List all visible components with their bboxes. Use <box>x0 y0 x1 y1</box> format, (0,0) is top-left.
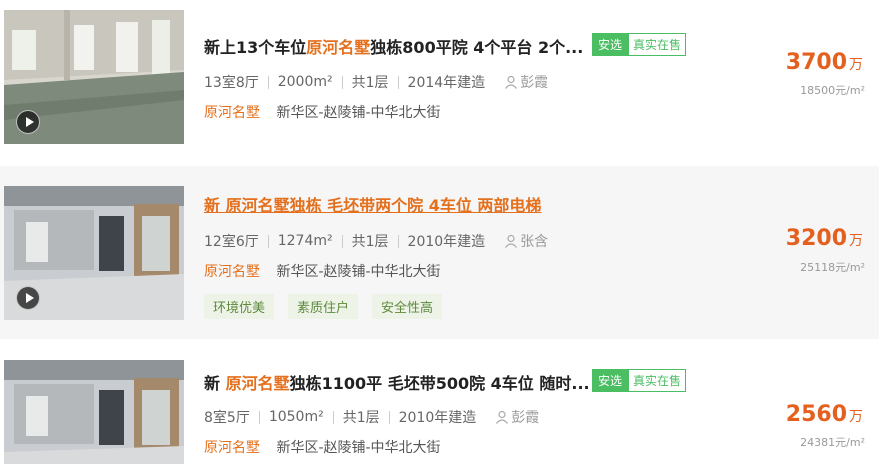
unit-price: 24381元/m² <box>800 436 865 449</box>
divider <box>485 411 486 424</box>
divider <box>267 75 269 89</box>
agent-name[interactable]: 彭霞 <box>511 407 539 427</box>
listing-tags: 安选 真实在售 <box>592 33 687 56</box>
divider <box>267 234 269 248</box>
divider <box>397 75 399 89</box>
floors: 共1层 <box>342 410 380 426</box>
listing-meta: 13室8厅 2000m² 共1层 2014年建造 彭霞 <box>204 72 548 92</box>
total-price: 2560 万 <box>786 402 863 427</box>
price-unit: 万 <box>849 233 863 249</box>
area: 1274m² <box>277 233 333 249</box>
title-text[interactable]: 独栋1100平 毛坯带500院 4车位 随时... <box>290 374 590 393</box>
listing-location: 原河名墅 新华区-赵陵铺-中华北大街 <box>204 437 441 457</box>
feature-tag: 环境优美 <box>204 294 275 319</box>
divider <box>332 410 334 424</box>
area: 1050m² <box>268 409 324 425</box>
build-year: 2010年建造 <box>407 234 486 250</box>
listing-location: 原河名墅 新华区-赵陵铺-中华北大街 <box>204 261 441 281</box>
price-value: 3200 <box>785 226 847 251</box>
agent[interactable]: 张含 <box>504 231 548 251</box>
total-price: 3200 万 <box>786 226 863 251</box>
listing-photo[interactable] <box>4 10 184 144</box>
community-link[interactable]: 原河名墅 <box>204 264 260 280</box>
agent-name[interactable]: 彭霞 <box>520 72 548 92</box>
rooms: 12室6厅 <box>204 234 259 250</box>
unit-price: 25118元/m² <box>800 261 865 274</box>
tag-safe-badge: 安选 <box>592 33 629 56</box>
area: 2000m² <box>277 74 333 90</box>
district: 新华区-赵陵铺-中华北大街 <box>276 440 441 456</box>
district: 新华区-赵陵铺-中华北大街 <box>276 264 441 280</box>
price-unit: 万 <box>849 409 863 425</box>
divider <box>258 410 260 424</box>
community-link[interactable]: 原河名墅 <box>204 440 260 456</box>
tag-real-badge: 真实在售 <box>628 369 687 392</box>
agent[interactable]: 彭霞 <box>504 72 548 92</box>
listing-photo[interactable] <box>4 360 184 464</box>
district: 新华区-赵陵铺-中华北大街 <box>276 105 441 121</box>
build-year: 2010年建造 <box>398 410 477 426</box>
divider <box>388 410 390 424</box>
listing-meta: 12室6厅 1274m² 共1层 2010年建造 张含 <box>204 231 548 251</box>
listing-title[interactable]: 新上13个车位原河名墅独栋800平院 4个平台 2个... <box>204 34 583 58</box>
listing-title[interactable]: 新 原河名墅独栋1100平 毛坯带500院 4车位 随时... <box>204 370 590 394</box>
listing-location: 原河名墅 新华区-赵陵铺-中华北大街 <box>204 102 441 122</box>
community-link[interactable]: 原河名墅 <box>204 105 260 121</box>
price-value: 2560 <box>785 402 847 427</box>
person-icon <box>505 234 518 248</box>
tag-real-badge: 真实在售 <box>628 33 687 56</box>
listing-item[interactable]: 新 原河名墅独栋 毛坯带两个院 4车位 两部电梯 12室6厅 1274m² 共1… <box>0 166 879 339</box>
title-text[interactable]: 新 <box>204 374 226 393</box>
agent-name[interactable]: 张含 <box>520 231 548 251</box>
person-icon <box>505 75 518 89</box>
unit-price: 18500元/m² <box>800 84 865 97</box>
floors: 共1层 <box>351 75 389 91</box>
rooms: 13室8厅 <box>204 75 259 91</box>
rooms: 8室5厅 <box>204 410 250 426</box>
title-text[interactable]: 独栋800平院 4个平台 2个... <box>370 38 583 57</box>
floors: 共1层 <box>351 234 389 250</box>
tag-safe-badge: 安选 <box>592 369 629 392</box>
feature-tags: 环境优美 素质住户 安全性高 <box>204 294 456 319</box>
play-video-icon[interactable] <box>16 286 40 310</box>
play-video-icon[interactable] <box>16 110 40 134</box>
listing-tags: 安选 真实在售 <box>592 369 687 392</box>
title-highlight[interactable]: 原河名墅 <box>306 38 370 57</box>
listing-photo[interactable] <box>4 186 184 320</box>
divider <box>397 234 399 248</box>
price-value: 3700 <box>785 50 847 75</box>
divider <box>341 234 343 248</box>
listing-meta: 8室5厅 1050m² 共1层 2010年建造 彭霞 <box>204 407 539 427</box>
divider <box>341 75 343 89</box>
listing-title[interactable]: 新 原河名墅独栋 毛坯带两个院 4车位 两部电梯 <box>204 192 541 216</box>
feature-tag: 素质住户 <box>288 294 359 319</box>
price-unit: 万 <box>849 57 863 73</box>
total-price: 3700 万 <box>786 50 863 75</box>
interior-photo <box>4 360 184 464</box>
build-year: 2014年建造 <box>407 75 486 91</box>
divider <box>494 235 495 248</box>
divider <box>494 76 495 89</box>
title-highlight[interactable]: 原河名墅 <box>226 374 290 393</box>
agent[interactable]: 彭霞 <box>495 407 539 427</box>
person-icon <box>496 410 509 424</box>
feature-tag: 安全性高 <box>372 294 443 319</box>
listing-item[interactable]: 新上13个车位原河名墅独栋800平院 4个平台 2个... 安选 真实在售 13… <box>0 0 879 165</box>
title-text[interactable]: 新上13个车位 <box>204 38 306 57</box>
listing-item[interactable]: 新 原河名墅独栋1100平 毛坯带500院 4车位 随时... 安选 真实在售 … <box>0 340 879 464</box>
